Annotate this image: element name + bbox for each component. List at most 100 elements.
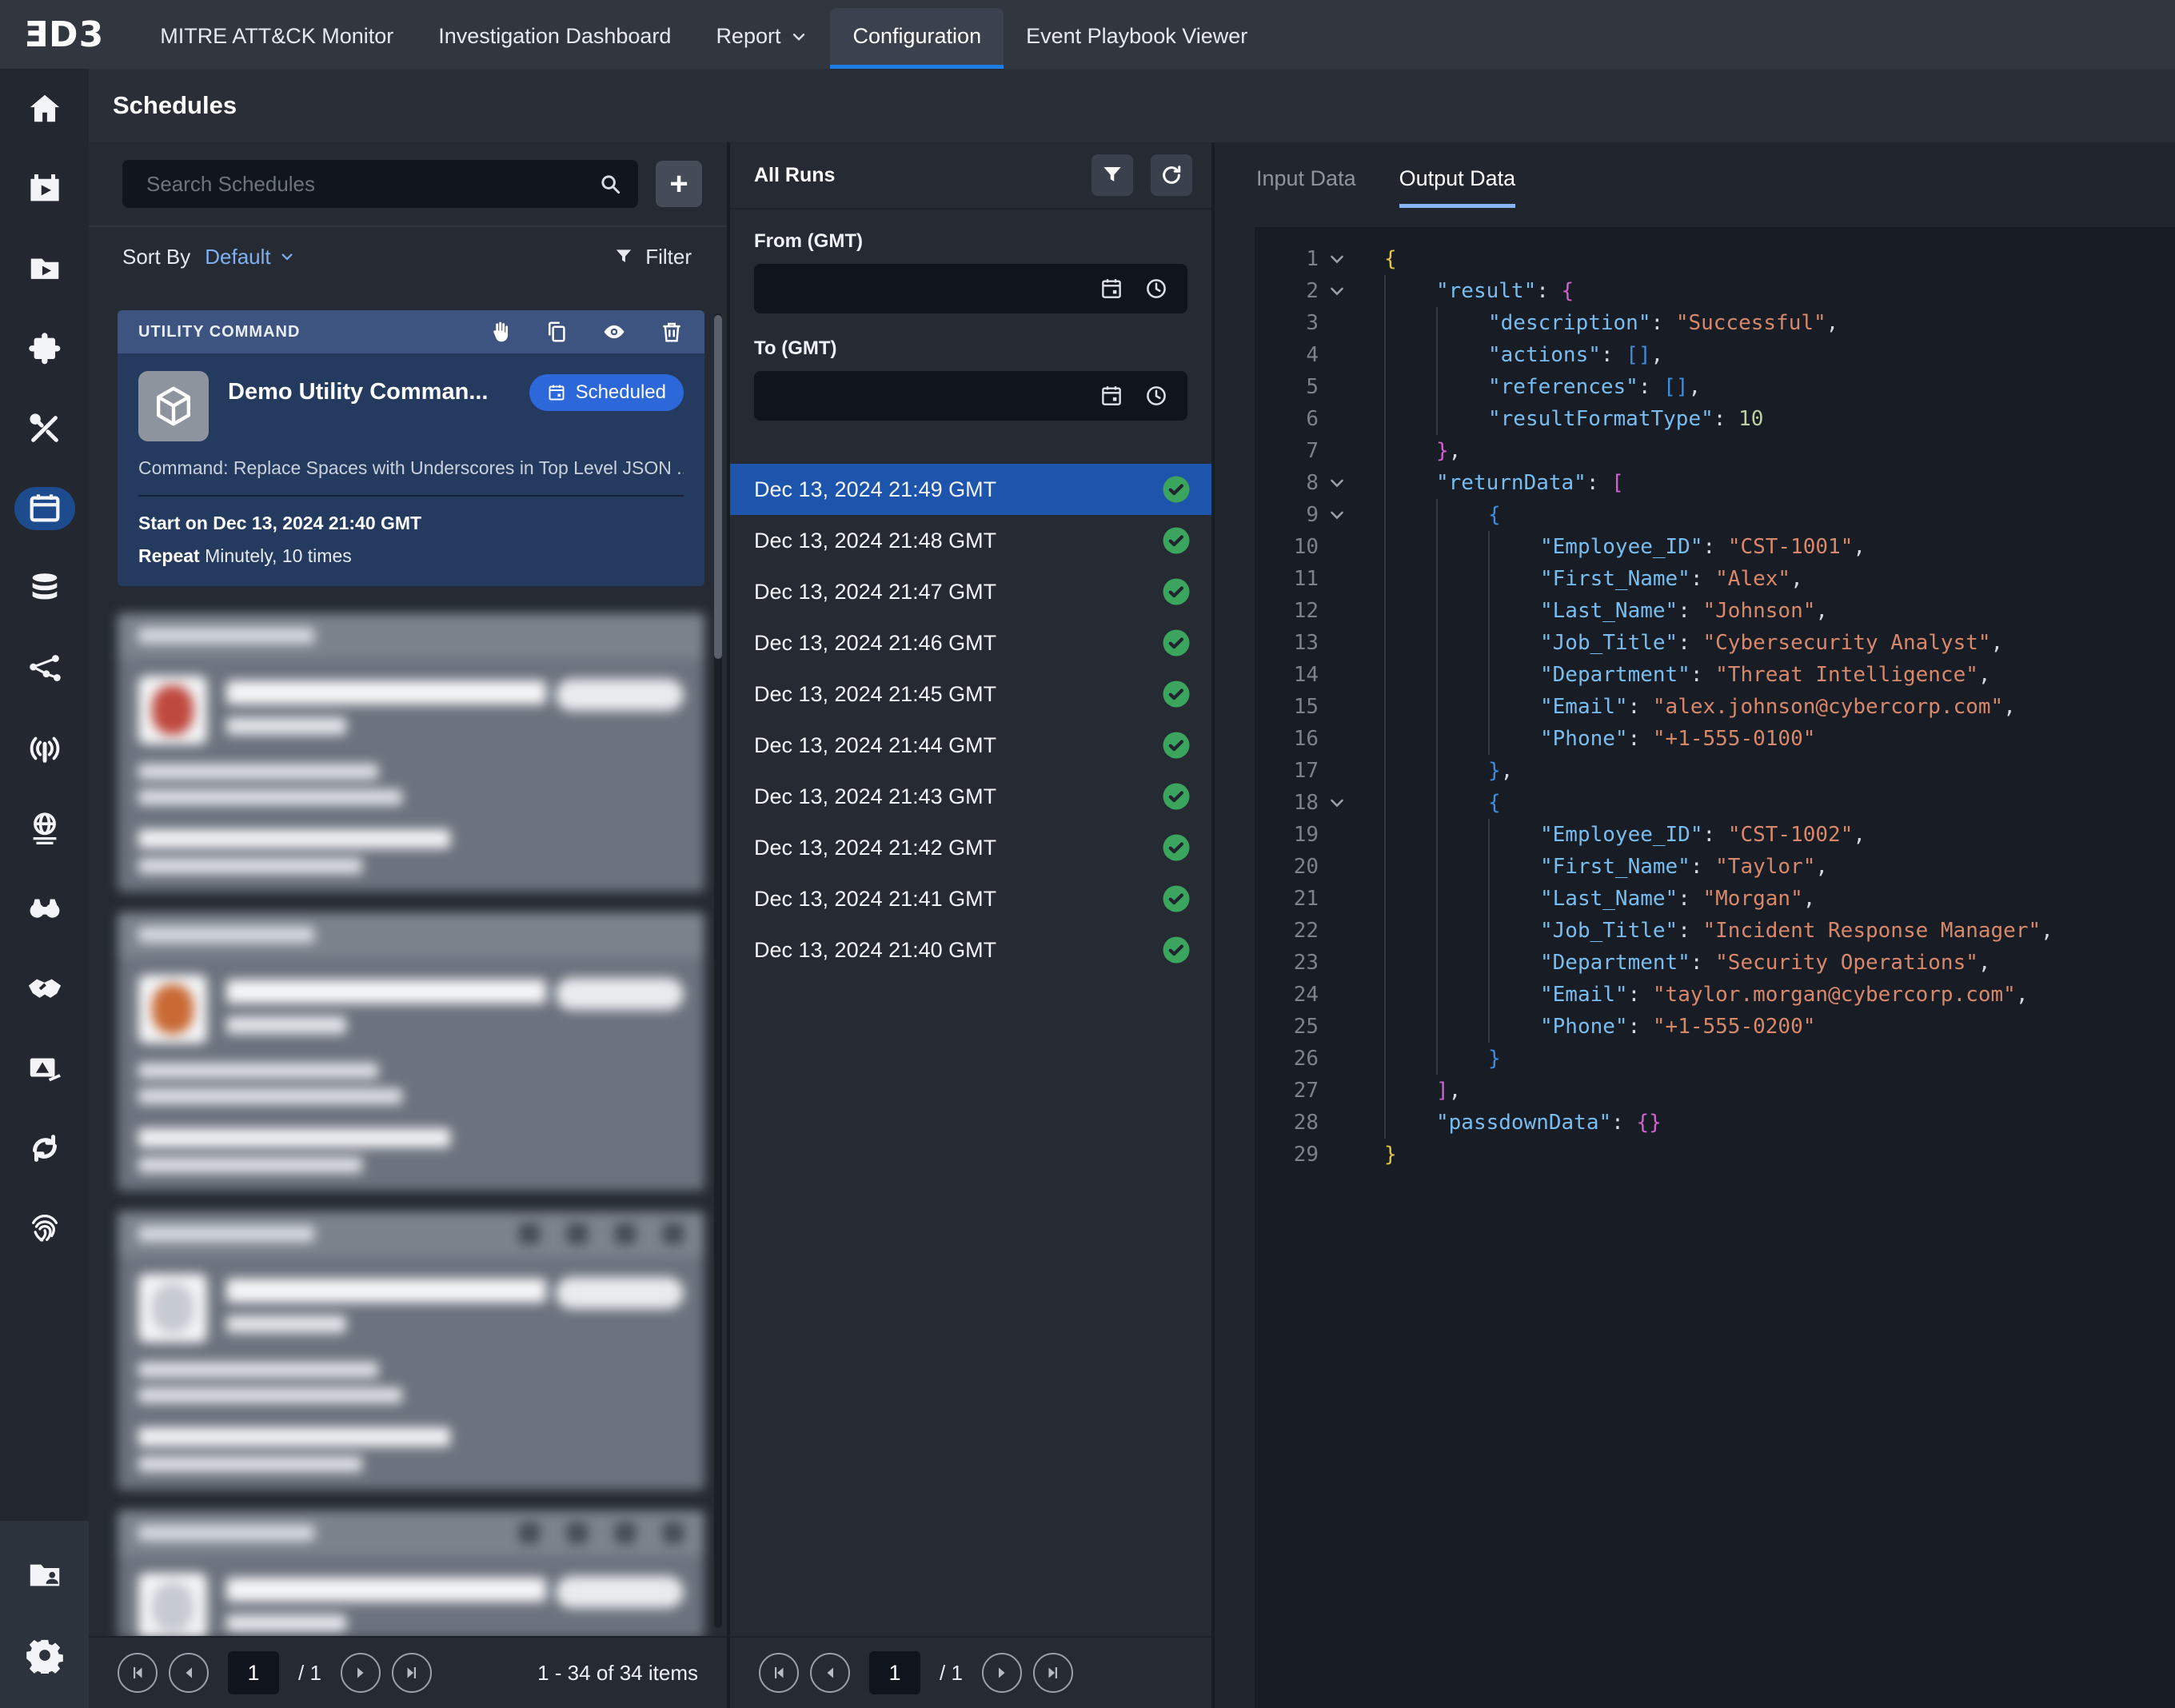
eye-icon[interactable] xyxy=(602,320,626,344)
schedule-cards-list: UTILITY COMMAND Demo Utility Comman... xyxy=(89,286,727,1636)
add-schedule-button[interactable]: + xyxy=(656,161,702,207)
sidebar-item-fingerprint[interactable] xyxy=(0,1188,89,1268)
sort-dropdown[interactable]: Default xyxy=(205,245,294,269)
last-page-button[interactable] xyxy=(1033,1653,1073,1693)
run-item[interactable]: Dec 13, 2024 21:46 GMT xyxy=(730,617,1211,668)
filter-funnel-icon xyxy=(1100,163,1124,187)
run-item[interactable]: Dec 13, 2024 21:40 GMT xyxy=(730,924,1211,976)
code-line: 12"Last_Name": "Johnson", xyxy=(1255,595,2175,627)
clock-icon[interactable] xyxy=(1144,384,1168,408)
sidebar-item-settings-gear[interactable] xyxy=(0,1615,89,1695)
schedules-pagination: 1 / 1 1 - 34 of 34 items xyxy=(89,1636,727,1708)
sidebar-item-broadcast-antenna[interactable] xyxy=(0,708,89,788)
runs-refresh-button[interactable] xyxy=(1151,154,1192,196)
last-page-button[interactable] xyxy=(392,1653,432,1693)
nav-item-investigation-dashboard[interactable]: Investigation Dashboard xyxy=(416,8,693,69)
run-item[interactable]: Dec 13, 2024 21:43 GMT xyxy=(730,771,1211,822)
blurred-schedule-card[interactable] xyxy=(118,912,704,1191)
code-line: 16"Phone": "+1-555-0100" xyxy=(1255,723,2175,755)
run-item[interactable]: Dec 13, 2024 21:41 GMT xyxy=(730,873,1211,924)
fold-toggle-icon[interactable] xyxy=(1319,249,1355,269)
first-page-button[interactable] xyxy=(759,1653,799,1693)
scrollbar-thumb[interactable] xyxy=(714,315,722,659)
code-line: 8"returnData": [ xyxy=(1255,467,2175,499)
sync-arrows-icon xyxy=(26,1130,63,1167)
next-page-button[interactable] xyxy=(341,1653,381,1693)
fold-toggle-icon[interactable] xyxy=(1319,473,1355,493)
trash-icon[interactable] xyxy=(660,320,684,344)
sidebar-item-handshake[interactable] xyxy=(0,948,89,1028)
blurred-card-header xyxy=(118,912,704,957)
runs-list: Dec 13, 2024 21:49 GMTDec 13, 2024 21:48… xyxy=(730,464,1211,976)
nav-item-label: Report xyxy=(716,24,780,49)
run-item[interactable]: Dec 13, 2024 21:47 GMT xyxy=(730,566,1211,617)
scrollbar-track[interactable] xyxy=(714,313,722,1628)
code-line: 28"passdownData": {} xyxy=(1255,1107,2175,1139)
sidebar-item-utilities-tools[interactable] xyxy=(0,389,89,469)
copy-icon[interactable] xyxy=(545,320,569,344)
fold-toggle-icon[interactable] xyxy=(1319,505,1355,525)
sidebar-item-connections-network[interactable] xyxy=(0,629,89,708)
first-page-button[interactable] xyxy=(118,1653,158,1693)
next-page-button[interactable] xyxy=(982,1653,1022,1693)
success-check-icon xyxy=(1162,526,1191,555)
nav-item-configuration[interactable]: Configuration xyxy=(830,8,1004,69)
fold-toggle-icon[interactable] xyxy=(1319,793,1355,812)
nav-item-mitre-att-ck-monitor[interactable]: MITRE ATT&CK Monitor xyxy=(138,8,416,69)
blurred-schedule-card[interactable] xyxy=(118,1510,704,1636)
line-number: 4 xyxy=(1255,343,1319,367)
nav-item-event-playbook-viewer[interactable]: Event Playbook Viewer xyxy=(1004,8,1270,69)
page-total-label: / 1 xyxy=(298,1661,321,1686)
page-number-input[interactable]: 1 xyxy=(869,1651,920,1694)
schedule-card-header: UTILITY COMMAND xyxy=(118,310,704,353)
run-item[interactable]: Dec 13, 2024 21:45 GMT xyxy=(730,668,1211,720)
run-item[interactable]: Dec 13, 2024 21:42 GMT xyxy=(730,822,1211,873)
run-item[interactable]: Dec 13, 2024 21:48 GMT xyxy=(730,515,1211,566)
line-number: 12 xyxy=(1255,599,1319,623)
previous-page-button[interactable] xyxy=(169,1653,209,1693)
search-schedules-input[interactable] xyxy=(122,172,638,197)
sidebar-item-integrations-puzzle[interactable] xyxy=(0,309,89,389)
previous-page-button[interactable] xyxy=(810,1653,850,1693)
clock-icon[interactable] xyxy=(1144,277,1168,301)
code-line: 15"Email": "alex.johnson@cybercorp.com", xyxy=(1255,691,2175,723)
schedule-card-selected[interactable]: UTILITY COMMAND Demo Utility Comman... xyxy=(118,310,704,586)
calendar-icon[interactable] xyxy=(1099,277,1123,301)
sidebar-item-sync-arrows[interactable] xyxy=(0,1108,89,1188)
sidebar-item-playbook-video[interactable] xyxy=(0,229,89,309)
sidebar-item-monitor-calendar[interactable] xyxy=(0,149,89,229)
tab-input-data[interactable]: Input Data xyxy=(1256,166,1356,208)
sidebar-item-schedules-calendar[interactable] xyxy=(0,469,89,549)
page-number-input[interactable]: 1 xyxy=(228,1651,279,1694)
sidebar-item-database[interactable] xyxy=(0,549,89,629)
search-box xyxy=(122,160,638,208)
sidebar-item-home[interactable] xyxy=(0,69,89,149)
runs-panel: All Runs From (GMT) xyxy=(727,142,1211,1708)
sidebar-item-contacts-folder[interactable] xyxy=(0,1535,89,1615)
sidebar-item-incident-report[interactable] xyxy=(0,1028,89,1108)
from-date-input[interactable] xyxy=(754,264,1187,313)
schedule-title: Demo Utility Comman... xyxy=(228,379,529,405)
schedules-calendar-icon xyxy=(26,490,63,527)
nav-item-report[interactable]: Report xyxy=(693,8,830,69)
tab-output-data[interactable]: Output Data xyxy=(1399,166,1516,208)
monitor-calendar-icon xyxy=(26,170,63,207)
code-line: 23"Department": "Security Operations", xyxy=(1255,947,2175,979)
fold-toggle-icon[interactable] xyxy=(1319,281,1355,301)
calendar-icon[interactable] xyxy=(1099,384,1123,408)
blurred-card-header xyxy=(118,1211,704,1256)
runs-filter-button[interactable] xyxy=(1091,154,1133,196)
run-item[interactable]: Dec 13, 2024 21:44 GMT xyxy=(730,720,1211,771)
sidebar-item-web-globe[interactable] xyxy=(0,788,89,868)
run-item[interactable]: Dec 13, 2024 21:49 GMT xyxy=(730,464,1211,515)
hand-icon[interactable] xyxy=(487,320,511,344)
blurred-schedule-card[interactable] xyxy=(118,613,704,892)
sidebar-item-search-binoculars[interactable] xyxy=(0,868,89,948)
code-line: 25"Phone": "+1-555-0200" xyxy=(1255,1011,2175,1043)
integrations-puzzle-icon xyxy=(26,330,63,367)
d3-logo: ƎD3 xyxy=(24,14,104,55)
items-count-label: 1 - 34 of 34 items xyxy=(537,1661,698,1686)
blurred-schedule-card[interactable] xyxy=(118,1211,704,1490)
filter-button[interactable]: Filter xyxy=(613,245,692,269)
to-date-input[interactable] xyxy=(754,371,1187,421)
